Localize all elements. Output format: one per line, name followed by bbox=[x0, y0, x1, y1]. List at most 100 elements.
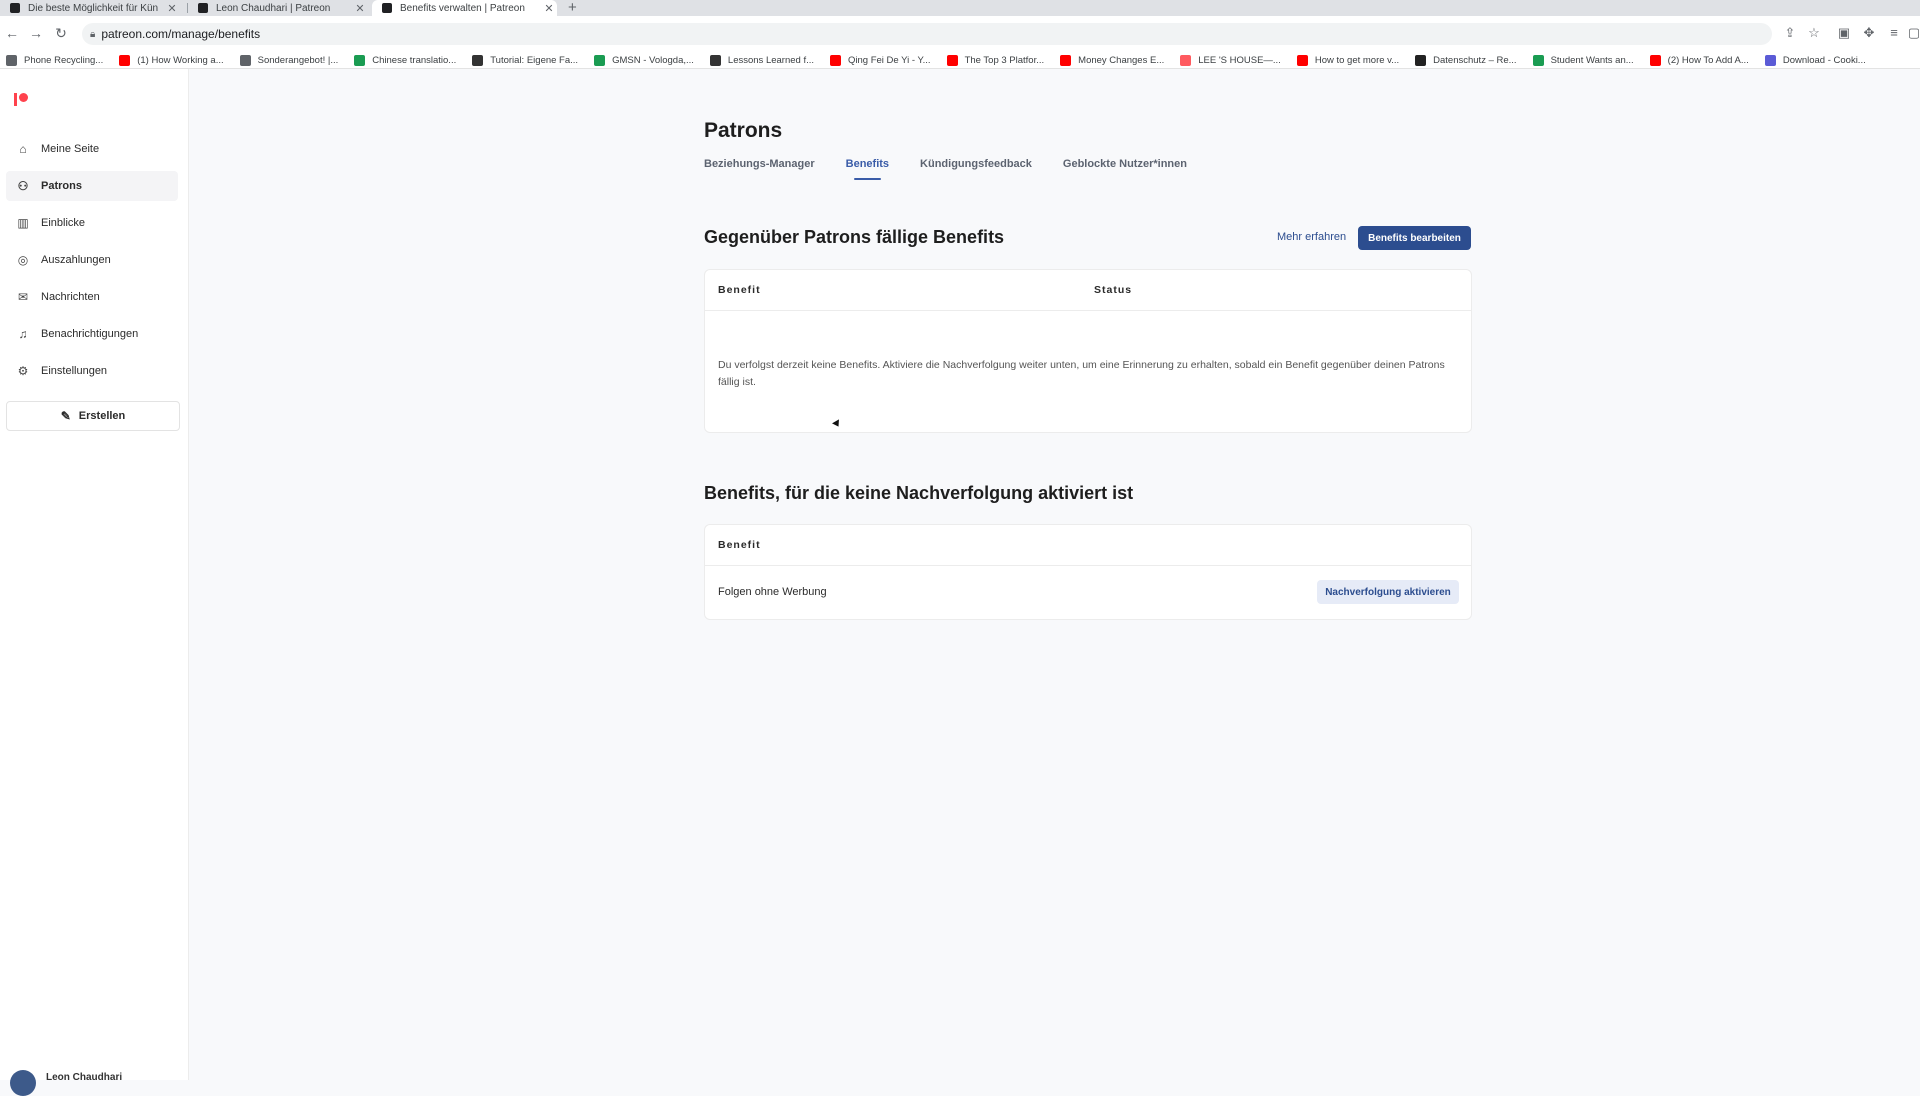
star-icon[interactable]: ☆ bbox=[1806, 25, 1822, 41]
sidebar-item-auszahlungen[interactable]: ◎ Auszahlungen bbox=[6, 245, 178, 275]
bookmark-favicon-icon bbox=[1649, 54, 1661, 66]
extension-f-icon[interactable]: ▣ bbox=[1836, 25, 1852, 41]
share-icon[interactable]: ⇪ bbox=[1782, 25, 1798, 41]
sidebar-item-label: Einblicke bbox=[41, 217, 86, 229]
bookmark-item[interactable]: Datenschutz – Re... bbox=[1415, 54, 1517, 66]
patrons-tabs: Beziehungs-Manager Benefits Kündigungsfe… bbox=[704, 158, 1218, 180]
edit-benefits-button[interactable]: Benefits bearbeiten bbox=[1358, 226, 1471, 250]
learn-more-link[interactable]: Mehr erfahren bbox=[1277, 231, 1346, 243]
patreon-favicon-icon bbox=[10, 3, 20, 13]
bookmark-item[interactable]: Money Changes E... bbox=[1060, 54, 1165, 66]
sidebar-item-label: Benachrichtigungen bbox=[41, 328, 139, 340]
browser-tab[interactable]: Leon Chaudhari | Patreon ✕ bbox=[188, 0, 368, 16]
bookmark-item[interactable]: LEE 'S HOUSE—... bbox=[1180, 54, 1281, 66]
sidebar-item-label: Nachrichten bbox=[41, 291, 100, 303]
bookmark-item[interactable]: Sonderangebot! |... bbox=[239, 54, 339, 66]
sidebar-item-benachrichtigungen[interactable]: ♫ Benachrichtigungen bbox=[6, 319, 178, 349]
column-header-benefit: Benefit bbox=[718, 284, 761, 296]
sidebar-item-patrons[interactable]: ⚇ Patrons bbox=[6, 171, 178, 201]
people-icon: ⚇ bbox=[17, 179, 29, 193]
bookmark-label: Phone Recycling... bbox=[24, 54, 104, 66]
bookmark-label: Money Changes E... bbox=[1078, 54, 1165, 66]
bookmark-label: Chinese translatio... bbox=[372, 54, 457, 66]
sidebar-item-label: Meine Seite bbox=[41, 143, 100, 155]
column-header-status: Status bbox=[1094, 284, 1133, 296]
bookmark-label: Datenschutz – Re... bbox=[1433, 54, 1517, 66]
bookmark-label: Tutorial: Eigene Fa... bbox=[490, 54, 579, 66]
bookmark-favicon-icon bbox=[1296, 54, 1308, 66]
edit-icon: ✎ bbox=[60, 409, 71, 423]
address-bar[interactable]: 🔒︎ patreon.com/manage/benefits bbox=[82, 23, 1772, 45]
bookmark-item[interactable]: GMSN - Vologda,... bbox=[594, 54, 694, 66]
untracked-benefits-heading: Benefits, für die keine Nachverfolgung a… bbox=[704, 483, 1134, 503]
user-profile[interactable]: Leon Chaudhari bbox=[10, 1070, 122, 1096]
puzzle-icon[interactable]: ✥ bbox=[1861, 25, 1877, 41]
due-benefits-table: Benefit Status Du verfolgst derzeit kein… bbox=[704, 269, 1472, 433]
browser-tab[interactable]: Die beste Möglichkeit für Kün ✕ bbox=[0, 0, 180, 16]
tab-benefits[interactable]: Benefits bbox=[846, 158, 889, 180]
lock-icon: 🔒︎ bbox=[90, 28, 96, 40]
sidebar-item-label: Einstellungen bbox=[41, 365, 108, 377]
bell-icon: ♫ bbox=[18, 327, 28, 341]
tab-kuendigungsfeedback[interactable]: Kündigungsfeedback bbox=[920, 158, 1032, 170]
user-name: Leon Chaudhari bbox=[46, 1071, 123, 1083]
browser-tab-title: Benefits verwalten | Patreon bbox=[400, 2, 525, 14]
bookmark-favicon-icon bbox=[709, 54, 721, 66]
new-tab-icon[interactable]: + bbox=[568, 0, 577, 16]
bookmarks-bar: Phone Recycling... (1) How Working a... So… bbox=[0, 52, 1920, 69]
tab-geblockte-nutzer[interactable]: Geblockte Nutzer*innen bbox=[1063, 158, 1187, 170]
patreon-logo-icon[interactable] bbox=[14, 93, 28, 107]
close-icon[interactable]: ✕ bbox=[352, 2, 368, 15]
sidebar-item-meine-seite[interactable]: ⌂ Meine Seite bbox=[6, 134, 178, 164]
activate-tracking-button[interactable]: Nachverfolgung aktivieren bbox=[1317, 580, 1459, 604]
avatar bbox=[10, 1070, 36, 1096]
window-icon[interactable]: ▢ bbox=[1906, 25, 1920, 41]
bookmark-item[interactable]: Phone Recycling... bbox=[6, 54, 104, 66]
create-button[interactable]: ✎ Erstellen bbox=[6, 401, 180, 431]
bookmark-label: Student Wants an... bbox=[1550, 54, 1634, 66]
bookmark-label: Qing Fei De Yi - Y... bbox=[848, 54, 931, 66]
tab-beziehungs-manager[interactable]: Beziehungs-Manager bbox=[704, 158, 815, 170]
bookmark-label: Sonderangebot! |... bbox=[257, 54, 339, 66]
table-header: Benefit bbox=[705, 525, 1471, 566]
bookmark-item[interactable]: Qing Fei De Yi - Y... bbox=[830, 54, 931, 66]
sidebar-item-label: Patrons bbox=[41, 180, 82, 192]
forward-icon[interactable]: → bbox=[28, 24, 44, 42]
sidebar-item-nachrichten[interactable]: ✉ Nachrichten bbox=[6, 282, 178, 312]
bookmark-item[interactable]: (2) How To Add A... bbox=[1649, 54, 1749, 66]
bookmark-item[interactable]: Lessons Learned f... bbox=[709, 54, 814, 66]
sidebar-item-einblicke[interactable]: ▥ Einblicke bbox=[6, 208, 178, 238]
close-icon[interactable]: ✕ bbox=[541, 2, 557, 15]
column-header-benefit: Benefit bbox=[718, 539, 761, 551]
bookmark-item[interactable]: Download - Cooki... bbox=[1764, 54, 1866, 66]
home-icon: ⌂ bbox=[19, 142, 27, 156]
close-icon[interactable]: ✕ bbox=[164, 2, 180, 15]
mail-icon: ✉ bbox=[17, 290, 29, 304]
bookmark-favicon-icon bbox=[594, 54, 606, 66]
sidebar-item-einstellungen[interactable]: ⚙ Einstellungen bbox=[6, 356, 178, 386]
bookmark-item[interactable]: Student Wants an... bbox=[1532, 54, 1634, 66]
bookmark-item[interactable]: The Top 3 Platfor... bbox=[946, 54, 1044, 66]
bookmark-favicon-icon bbox=[1532, 54, 1544, 66]
bookmark-item[interactable]: How to get more v... bbox=[1296, 54, 1399, 66]
bookmark-favicon-icon bbox=[830, 54, 842, 66]
table-row: Folgen ohne Werbung Nachverfolgung aktiv… bbox=[705, 566, 1471, 618]
browser-tab-title: Die beste Möglichkeit für Kün bbox=[28, 2, 159, 14]
chart-icon: ▥ bbox=[17, 216, 29, 230]
due-benefits-heading: Gegenüber Patrons fällige Benefits bbox=[704, 227, 1005, 247]
bookmark-item[interactable]: Chinese translatio... bbox=[354, 54, 457, 66]
bookmark-item[interactable]: (1) How Working a... bbox=[119, 54, 224, 66]
bookmark-label: GMSN - Vologda,... bbox=[612, 54, 694, 66]
sidebar-item-label: Auszahlungen bbox=[41, 254, 111, 266]
browser-tab-bar: Die beste Möglichkeit für Kün ✕ Leon Cha… bbox=[0, 0, 1920, 16]
bookmark-favicon-icon bbox=[119, 54, 131, 66]
back-icon[interactable]: ← bbox=[4, 24, 20, 42]
reload-icon[interactable]: ↻ bbox=[53, 24, 69, 42]
bookmark-favicon-icon bbox=[1180, 54, 1192, 66]
bookmark-favicon-icon bbox=[239, 54, 251, 66]
browser-tab-active[interactable]: Benefits verwalten | Patreon ✕ bbox=[372, 0, 557, 16]
browser-tab-title: Leon Chaudhari | Patreon bbox=[216, 2, 331, 14]
bookmark-item[interactable]: Tutorial: Eigene Fa... bbox=[472, 54, 579, 66]
playlist-icon[interactable]: ≡ bbox=[1886, 25, 1902, 41]
gear-icon: ⚙ bbox=[17, 364, 29, 378]
